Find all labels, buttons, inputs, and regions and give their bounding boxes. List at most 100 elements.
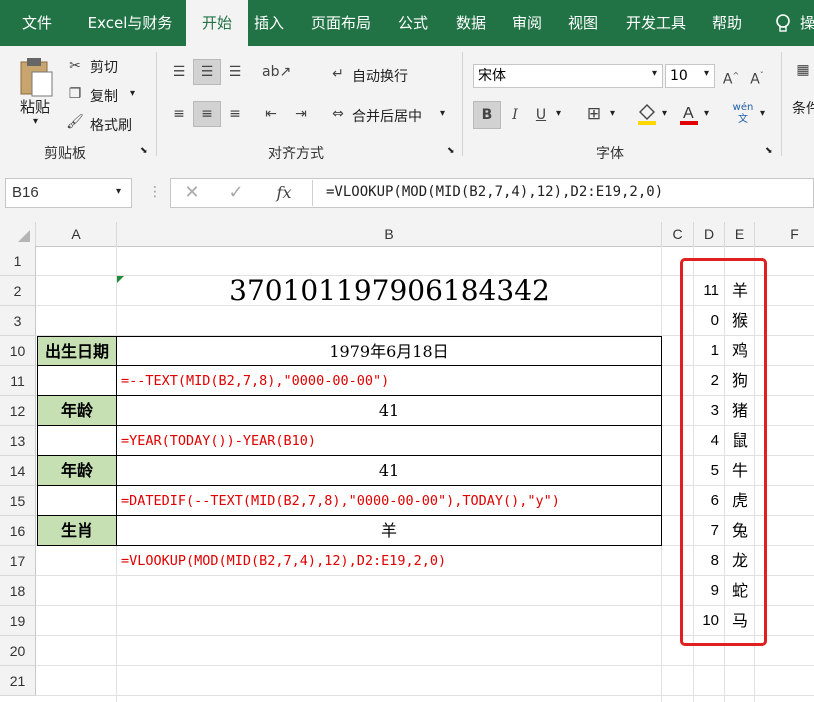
underline-dropdown-icon[interactable]: ▾ (556, 108, 561, 119)
tab-insert[interactable]: 插入 (248, 0, 290, 46)
row-header[interactable]: 18 (0, 576, 36, 606)
orientation-icon[interactable]: ab↗ (262, 62, 291, 82)
wrap-text-button[interactable]: 自动换行 (352, 66, 408, 86)
align-right-icon[interactable]: ≡ (224, 104, 246, 124)
row-header[interactable]: 13 (0, 426, 36, 456)
conditional-format-icon[interactable]: ▦ (792, 60, 814, 80)
cell-b13-formula[interactable]: =YEAR(TODAY())-YEAR(B10) (117, 426, 662, 456)
increase-font-icon[interactable]: A^ (722, 66, 740, 90)
font-size-dropdown-icon[interactable]: ▾ (704, 68, 709, 79)
font-name-select[interactable]: 宋体 (473, 64, 663, 88)
row-header[interactable]: 2 (0, 276, 36, 306)
font-launcher-icon[interactable]: ⬊ (765, 146, 773, 156)
name-box[interactable]: B16 (5, 178, 132, 208)
copy-button[interactable]: 复制 (90, 86, 118, 106)
wrap-text-icon[interactable]: ↵ (328, 64, 348, 84)
cut-button[interactable]: 剪切 (90, 57, 118, 77)
tab-developer[interactable]: 开发工具 (616, 0, 696, 46)
fill-color-icon[interactable] (636, 102, 658, 132)
cell-a14-label[interactable]: 年龄 (37, 456, 117, 486)
copy-dropdown-icon[interactable]: ▾ (130, 88, 135, 99)
paste-button[interactable]: 粘贴 (20, 96, 50, 117)
cell-a12-label[interactable]: 年龄 (37, 396, 117, 426)
font-color-icon[interactable]: A (678, 102, 700, 132)
column-header-a[interactable]: A (36, 222, 117, 246)
tab-tell-me[interactable]: 操 (800, 0, 814, 46)
tab-home[interactable]: 开始 (186, 0, 248, 46)
cell-b2-id-number[interactable]: 370101197906184342 (117, 276, 662, 306)
merge-dropdown-icon[interactable]: ▾ (440, 108, 445, 119)
column-header-c[interactable]: C (662, 222, 694, 246)
borders-dropdown-icon[interactable]: ▾ (610, 108, 615, 119)
row-header[interactable]: 15 (0, 486, 36, 516)
align-left-icon[interactable]: ≡ (168, 104, 190, 124)
tab-data[interactable]: 数据 (446, 0, 496, 46)
alignment-launcher-icon[interactable]: ⬊ (447, 146, 455, 156)
row-header[interactable]: 21 (0, 666, 36, 696)
format-painter-button[interactable]: 格式刷 (90, 115, 132, 135)
select-all-corner[interactable] (0, 222, 36, 246)
paste-dropdown-icon[interactable]: ▾ (33, 116, 38, 127)
cell-b15-formula[interactable]: =DATEDIF(--TEXT(MID(B2,7,8),"0000-00-00"… (117, 486, 662, 516)
decrease-indent-icon[interactable]: ⇤ (260, 104, 282, 124)
row-header[interactable]: 12 (0, 396, 36, 426)
insert-function-icon[interactable]: fx (272, 183, 296, 203)
borders-icon[interactable]: ⊞ (584, 104, 604, 124)
font-name-dropdown-icon[interactable]: ▾ (652, 68, 657, 79)
tab-page-layout[interactable]: 页面布局 (300, 0, 382, 46)
tab-view[interactable]: 视图 (560, 0, 606, 46)
scissors-icon[interactable]: ✂ (66, 56, 84, 76)
formula-input[interactable]: =VLOOKUP(MOD(MID(B2,7,4),12),D2:E19,2,0) (326, 184, 663, 200)
decrease-font-icon[interactable]: Aˇ (748, 66, 766, 90)
row-header[interactable]: 19 (0, 606, 36, 636)
cell-b10-birthdate[interactable]: 1979年6月18日 (117, 336, 662, 366)
lightbulb-icon[interactable] (772, 12, 794, 34)
paste-icon[interactable] (18, 56, 54, 98)
align-bottom-icon[interactable]: ☰ (224, 62, 246, 82)
clipboard-launcher-icon[interactable]: ⬊ (140, 146, 148, 156)
increase-indent-icon[interactable]: ⇥ (290, 104, 312, 124)
merge-center-button[interactable]: 合并后居中 (352, 106, 422, 126)
italic-button[interactable]: I (506, 105, 524, 125)
name-box-dropdown-icon[interactable]: ▾ (116, 186, 121, 197)
row-header[interactable]: 16 (0, 516, 36, 546)
font-color-dropdown-icon[interactable]: ▾ (704, 108, 709, 119)
row-header[interactable]: 17 (0, 546, 36, 576)
cell-b11-formula[interactable]: =--TEXT(MID(B2,7,8),"0000-00-00") (117, 366, 662, 396)
row-header[interactable]: 11 (0, 366, 36, 396)
phonetic-icon[interactable]: wén 文 (728, 102, 758, 126)
column-header-f[interactable]: F (755, 222, 814, 246)
tab-file[interactable]: 文件 (10, 0, 64, 46)
cell-a11[interactable] (37, 366, 117, 396)
row-header[interactable]: 14 (0, 456, 36, 486)
merge-center-icon[interactable]: ⇔ (328, 104, 348, 124)
fill-color-dropdown-icon[interactable]: ▾ (662, 108, 667, 119)
row-header[interactable]: 1 (0, 246, 36, 276)
cell-a13[interactable] (37, 426, 117, 456)
cell-b16-zodiac[interactable]: 羊 (117, 516, 662, 546)
cell-a16-label[interactable]: 生肖 (37, 516, 117, 546)
cell-b12-age[interactable]: 41 (117, 396, 662, 426)
tab-formulas[interactable]: 公式 (390, 0, 436, 46)
phonetic-dropdown-icon[interactable]: ▾ (760, 108, 765, 119)
cancel-icon[interactable]: ✕ (182, 183, 202, 203)
format-painter-icon[interactable]: 🖌 (66, 112, 84, 132)
cell-b14-age[interactable]: 41 (117, 456, 662, 486)
column-header-e[interactable]: E (725, 222, 755, 246)
cell-a15[interactable] (37, 486, 117, 516)
tab-review[interactable]: 审阅 (504, 0, 550, 46)
row-header[interactable]: 20 (0, 636, 36, 666)
align-top-icon[interactable]: ☰ (168, 62, 190, 82)
cell-b17-formula[interactable]: =VLOOKUP(MOD(MID(B2,7,4),12),D2:E19,2,0) (117, 546, 662, 576)
conditional-format-button[interactable]: 条件 (792, 98, 814, 118)
column-header-b[interactable]: B (117, 222, 662, 246)
copy-icon[interactable]: ❐ (66, 84, 84, 104)
column-header-d[interactable]: D (694, 222, 725, 246)
row-header[interactable]: 10 (0, 336, 36, 366)
row-header[interactable]: 3 (0, 306, 36, 336)
tab-excel-finance[interactable]: Excel与财务 (74, 0, 186, 46)
enter-icon[interactable]: ✓ (226, 183, 246, 203)
cell-a10-label[interactable]: 出生日期 (37, 336, 117, 366)
tab-help[interactable]: 帮助 (704, 0, 750, 46)
underline-button[interactable]: U (532, 105, 550, 125)
